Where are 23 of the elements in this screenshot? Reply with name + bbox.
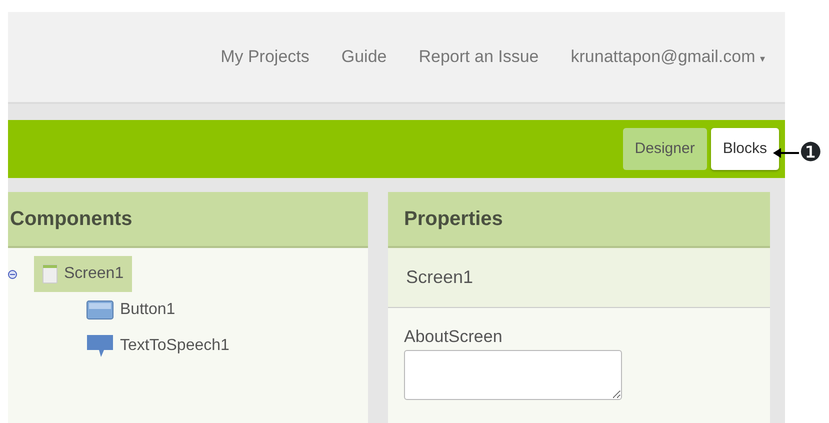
collapse-icon[interactable] — [8, 270, 17, 278]
button-icon — [86, 300, 114, 320]
phone-icon — [42, 264, 58, 284]
panel-title: Components — [8, 192, 368, 248]
nav-link[interactable]: My Projects — [220, 44, 310, 70]
selected-component-name: Screen1 — [388, 248, 770, 308]
tree-item[interactable]: Screen1 — [34, 256, 132, 292]
speech-bubble-icon — [86, 334, 114, 358]
annotation-marker: ❶ — [799, 140, 822, 166]
annotation-arrow — [773, 147, 799, 159]
tree-item-label: Screen1 — [64, 264, 124, 284]
tree-item[interactable]: Button1 — [78, 292, 184, 328]
tree-item-label: TextToSpeech1 — [120, 336, 230, 356]
view-tab[interactable]: Designer — [622, 128, 707, 170]
tree-item[interactable]: TextToSpeech1 — [78, 328, 238, 364]
property-field[interactable] — [404, 350, 622, 400]
view-tab[interactable]: Blocks — [710, 128, 779, 170]
nav-link[interactable]: Guide — [341, 44, 387, 70]
nav-link[interactable]: Report an Issue — [418, 44, 539, 70]
property-label: AboutScreen — [404, 326, 504, 348]
tree-item-label: Button1 — [120, 300, 176, 320]
account-menu[interactable]: krunattapon@gmail.com ▾ — [570, 44, 765, 70]
panel-title: Properties — [388, 192, 770, 248]
